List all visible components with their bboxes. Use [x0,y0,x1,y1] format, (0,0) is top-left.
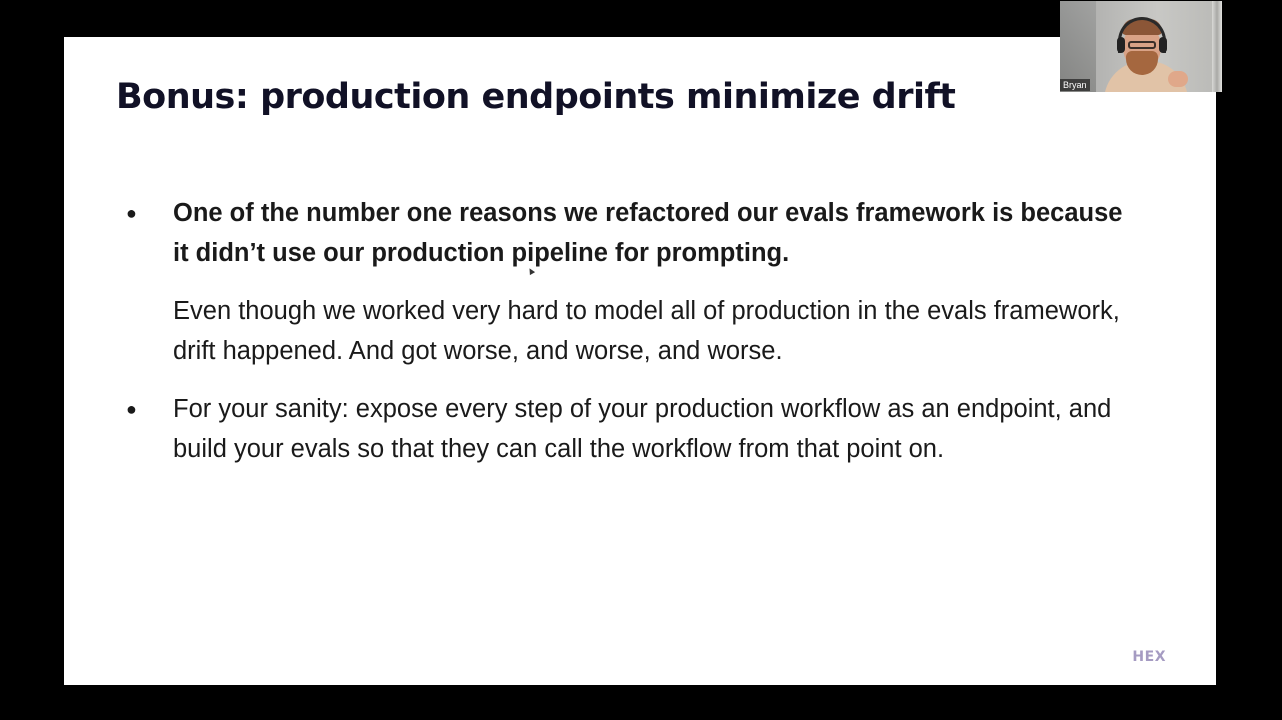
bullet-text: For your sanity: expose every step of yo… [173,395,1112,463]
bullet-item: ● For your sanity: expose every step of … [126,389,1136,469]
bullet-icon: ● [126,399,137,419]
slide-title: Bonus: production endpoints minimize dri… [116,77,956,117]
slide: Bonus: production endpoints minimize dri… [64,37,1216,685]
bullet-text-bold: One of the number one reasons we refacto… [173,199,1123,267]
presentation-window: Bonus: production endpoints minimize dri… [0,0,1282,720]
bullet-icon: ● [126,203,137,223]
participant-video-tile[interactable]: Bryan [1060,1,1222,92]
participant-hand [1168,71,1188,87]
bullet-subtext: Even though we worked very hard to model… [173,297,1120,365]
background-panel [1212,1,1222,92]
bullet-item: ● One of the number one reasons we refac… [126,193,1136,371]
headset-earcup-left [1117,37,1125,53]
bullet-list: ● One of the number one reasons we refac… [126,193,1136,487]
hex-logo: HEX [1132,649,1166,665]
participant-name-label: Bryan [1060,79,1090,91]
headset-earcup-right [1159,37,1167,53]
